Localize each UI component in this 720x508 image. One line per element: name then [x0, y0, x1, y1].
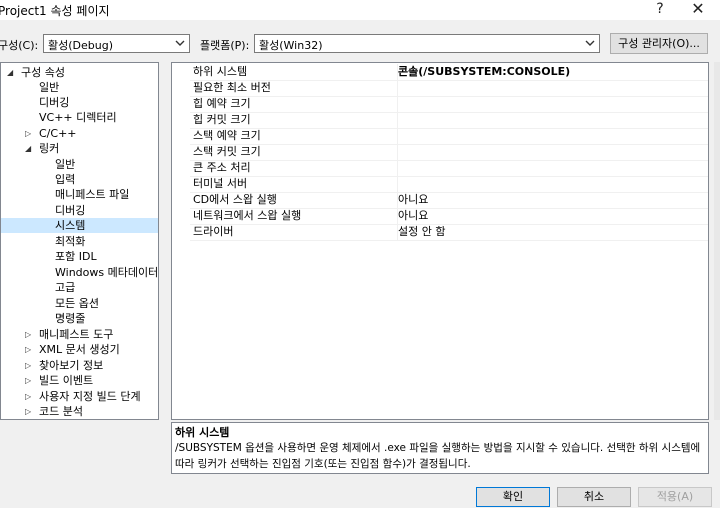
collapse-icon[interactable]: ◢	[25, 141, 31, 156]
property-name: 큰 주소 처리	[190, 160, 398, 176]
vertical-scrollbar[interactable]	[714, 62, 720, 420]
config-label: 구성(C):	[0, 39, 39, 52]
expand-icon[interactable]: ▷	[25, 342, 31, 357]
description-text: /SUBSYSTEM 옵션을 사용하면 운영 체제에서 .exe 파일을 실행하…	[175, 442, 701, 470]
expand-icon[interactable]: ▷	[25, 126, 31, 141]
property-name: 필요한 최소 버전	[190, 80, 398, 96]
property-row[interactable]: 하위 시스템 콘솔(/SUBSYSTEM:CONSOLE)	[190, 64, 708, 81]
tree-item-general[interactable]: 일반	[39, 80, 59, 95]
expand-icon[interactable]: ▷	[25, 404, 31, 419]
tree-item-debugging[interactable]: 디버깅	[39, 95, 69, 110]
tree-item-linker-command-line[interactable]: 명령줄	[55, 311, 85, 326]
tree-item-label: 시스템	[55, 219, 86, 232]
property-row[interactable]: 드라이버 설정 안 함	[190, 224, 708, 241]
property-row[interactable]: 힙 커밋 크기	[190, 112, 708, 129]
property-value[interactable]: 아니요	[398, 208, 428, 224]
property-name: 하위 시스템	[190, 64, 398, 80]
tree-item-linker-system[interactable]: 시스템	[1, 218, 158, 233]
tree-item-linker-embedded-idl[interactable]: 포함 IDL	[55, 249, 97, 264]
tree-item-vc-directories[interactable]: VC++ 디렉터리	[39, 110, 117, 125]
config-manager-button[interactable]: 구성 관리자(O)...	[610, 33, 708, 54]
config-dropdown[interactable]: 활성(Debug)	[43, 34, 190, 53]
property-value[interactable]: 설정 안 함	[398, 224, 445, 240]
tree-item-linker-windows-metadata[interactable]: Windows 메타데이터	[55, 265, 158, 280]
property-value[interactable]: 콘솔(/SUBSYSTEM:CONSOLE)	[398, 64, 570, 80]
property-row[interactable]: 힙 예약 크기	[190, 96, 708, 113]
tree-item-linker-all-options[interactable]: 모든 옵션	[55, 296, 99, 311]
tree-item-linker-optimization[interactable]: 최적화	[55, 234, 85, 249]
tree-item-label: 찾아보기 정보	[39, 359, 104, 372]
expand-icon[interactable]: ▷	[25, 373, 31, 388]
apply-button[interactable]: 적용(A)	[638, 487, 712, 507]
platform-dropdown[interactable]: 활성(Win32)	[254, 34, 600, 53]
property-row[interactable]: 스택 예약 크기	[190, 128, 708, 145]
property-name: 힙 커밋 크기	[190, 112, 398, 128]
tree-item-linker-general[interactable]: 일반	[55, 157, 75, 172]
tree-item-label: 코드 분석	[39, 405, 83, 418]
expand-icon[interactable]: ▷	[25, 358, 31, 373]
config-value: 활성(Debug)	[48, 39, 113, 52]
tree-item-label: C/C++	[39, 127, 77, 140]
tree-item-label: 매니페스트 도구	[39, 328, 114, 341]
property-row[interactable]: 스택 커밋 크기	[190, 144, 708, 161]
close-button[interactable]: ✕	[682, 0, 714, 20]
cancel-button[interactable]: 취소	[557, 487, 631, 507]
description-panel: 하위 시스템 /SUBSYSTEM 옵션을 사용하면 운영 체제에서 .exe …	[171, 422, 709, 474]
property-name: 드라이버	[190, 224, 398, 240]
property-row[interactable]: CD에서 스왑 실행 아니요	[190, 192, 708, 209]
tree-item-label: XML 문서 생성기	[39, 343, 120, 356]
ok-button[interactable]: 확인	[476, 487, 550, 507]
property-row[interactable]: 터미널 서버	[190, 176, 708, 193]
tree-item-linker-manifest[interactable]: 매니페스트 파일	[55, 187, 129, 202]
tree-item-label: 구성 속성	[21, 66, 65, 79]
property-name: 스택 커밋 크기	[190, 144, 398, 160]
property-name: 터미널 서버	[190, 176, 398, 192]
title-bar: Project1 속성 페이지 ? ✕	[0, 0, 720, 20]
platform-label: 플랫폼(P):	[200, 39, 250, 52]
property-row[interactable]: 필요한 최소 버전	[190, 80, 708, 97]
property-tree: ◢ 구성 속성 일반 디버깅 VC++ 디렉터리 ▷ C/C++ ◢ 링커 일반…	[0, 62, 159, 420]
property-name: 네트워크에서 스왑 실행	[190, 208, 398, 224]
chevron-down-icon	[585, 40, 595, 46]
tree-item-label: 사용자 지정 빌드 단계	[39, 390, 141, 403]
description-title: 하위 시스템	[175, 426, 230, 439]
expand-icon[interactable]: ▷	[25, 327, 31, 342]
property-name: 힙 예약 크기	[190, 96, 398, 112]
tree-item-label: 빌드 이벤트	[39, 374, 94, 387]
tree-item-label: 링커	[39, 142, 60, 155]
property-name: CD에서 스왑 실행	[190, 192, 398, 208]
property-name: 스택 예약 크기	[190, 128, 398, 144]
chevron-down-icon	[175, 40, 185, 46]
property-grid: 하위 시스템 콘솔(/SUBSYSTEM:CONSOLE) 필요한 최소 버전 …	[171, 62, 709, 420]
window-title: Project1 속성 페이지	[0, 4, 110, 18]
property-row[interactable]: 큰 주소 처리	[190, 160, 708, 177]
tree-item-linker-input[interactable]: 입력	[55, 172, 75, 187]
tree-item-linker-advanced[interactable]: 고급	[55, 280, 75, 295]
property-value[interactable]: 아니요	[398, 192, 428, 208]
platform-value: 활성(Win32)	[259, 39, 323, 52]
expand-icon[interactable]: ▷	[25, 389, 31, 404]
help-button[interactable]: ?	[644, 0, 676, 20]
tree-item-linker-debugging[interactable]: 디버깅	[55, 203, 85, 218]
property-row[interactable]: 네트워크에서 스왑 실행 아니요	[190, 208, 708, 225]
collapse-icon[interactable]: ◢	[7, 65, 13, 80]
